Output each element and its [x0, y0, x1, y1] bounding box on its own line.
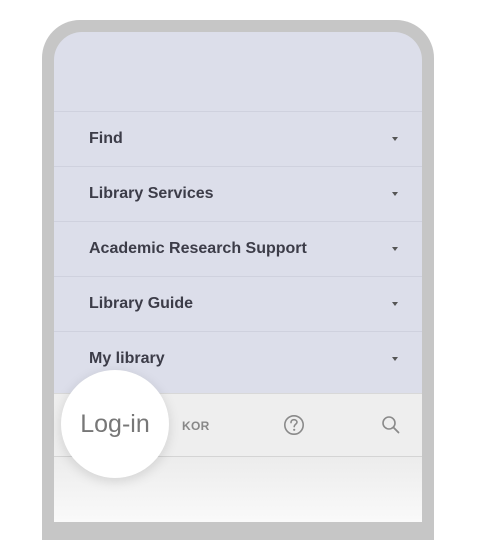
question-circle-icon[interactable] — [283, 414, 305, 441]
caret-down-icon — [392, 302, 398, 306]
caret-down-icon — [392, 357, 398, 361]
main-menu: Find Library Services Academic Research … — [54, 111, 422, 386]
menu-item-library-guide[interactable]: Library Guide — [54, 276, 422, 331]
menu-item-label: Academic Research Support — [89, 240, 307, 257]
menu-item-label: Find — [89, 130, 123, 147]
search-icon[interactable] — [381, 415, 401, 440]
menu-item-library-services[interactable]: Library Services — [54, 166, 422, 221]
menu-item-find[interactable]: Find — [54, 111, 422, 166]
caret-down-icon — [392, 247, 398, 251]
menu-item-academic-research-support[interactable]: Academic Research Support — [54, 221, 422, 276]
login-label: Log-in — [80, 409, 150, 438]
menu-item-label: My library — [89, 350, 165, 367]
menu-item-label: Library Services — [89, 185, 214, 202]
language-toggle-kor[interactable]: KOR — [182, 419, 210, 433]
caret-down-icon — [392, 137, 398, 141]
menu-item-label: Library Guide — [89, 295, 194, 312]
caret-down-icon — [392, 192, 398, 196]
login-button[interactable]: Log-in — [61, 370, 169, 478]
